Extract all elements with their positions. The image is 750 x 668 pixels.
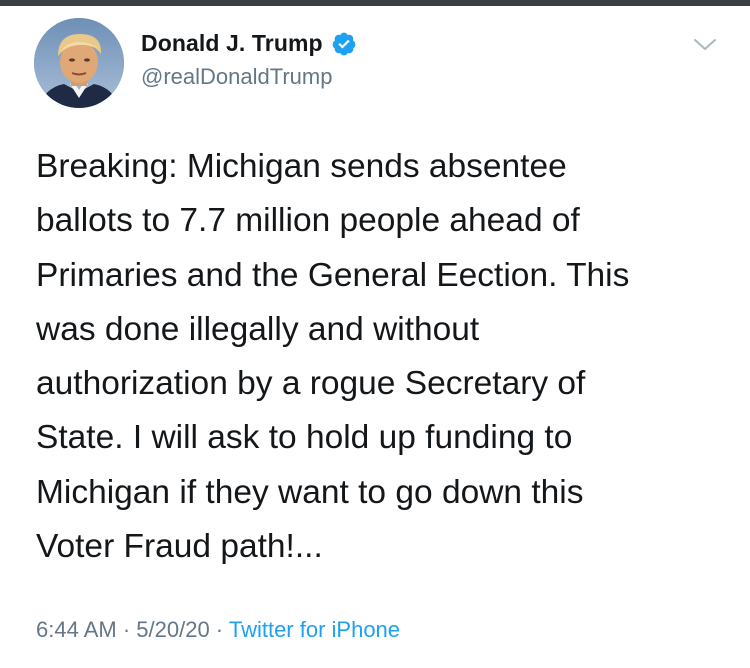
display-name[interactable]: Donald J. Trump <box>141 30 323 57</box>
tweet-text-line: State. I will ask to hold up funding to <box>36 419 573 457</box>
meta-separator: · <box>116 617 137 642</box>
tweet-source-link[interactable]: Twitter for iPhone <box>229 617 400 642</box>
tweet-text-line: ballots to 7.7 million people ahead of <box>36 202 580 240</box>
tweet-text-line: Primaries and the General Eection. This <box>36 256 630 294</box>
name-row: Donald J. Trump <box>141 30 357 57</box>
tweet-card: Donald J. Trump @realDonaldTrump Breakin… <box>0 0 750 668</box>
tweet-text-line: was done illegally and without <box>36 310 480 348</box>
chevron-down-icon[interactable] <box>692 36 718 54</box>
tweet-text: Breaking: Michigan sends absentee ballot… <box>36 140 726 574</box>
tweet-text-line: Michigan if they want to go down this <box>36 473 584 511</box>
tweet-text-line: authorization by a rogue Secretary of <box>36 365 586 403</box>
avatar[interactable] <box>34 18 124 108</box>
tweet-text-line: Voter Fraud path!... <box>36 528 323 566</box>
avatar-photo-icon <box>34 18 124 108</box>
verified-badge-icon <box>332 32 356 55</box>
tweet-time: 6:44 AM <box>36 617 117 642</box>
tweet-date: 5/20/20 <box>136 617 210 642</box>
top-divider <box>0 0 750 6</box>
tweet-text-line: Breaking: Michigan sends absentee <box>36 148 567 185</box>
meta-separator: · <box>209 617 229 642</box>
tweet-meta: 6:44 AM · 5/20/20 · Twitter for iPhone <box>36 617 400 643</box>
user-handle[interactable]: @realDonaldTrump <box>141 64 332 90</box>
